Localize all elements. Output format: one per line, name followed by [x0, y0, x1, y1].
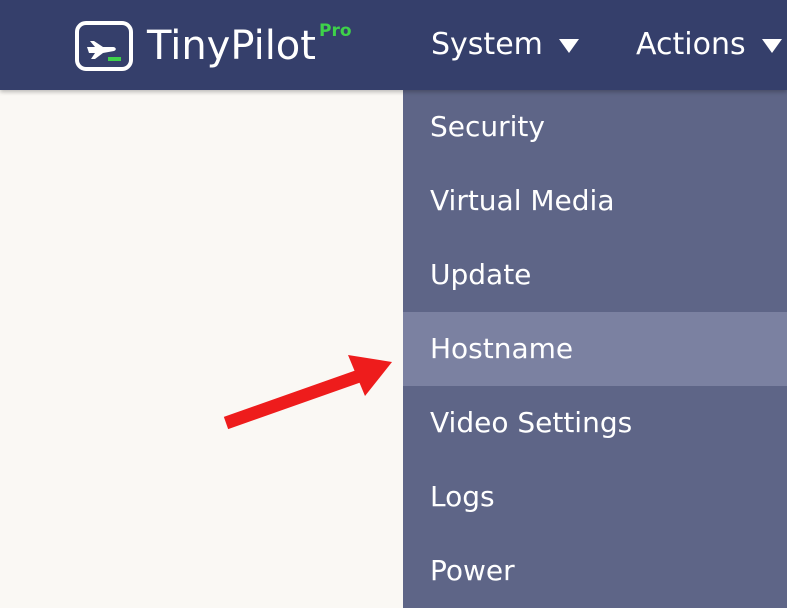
- nav-menu-actions[interactable]: Actions: [636, 24, 782, 66]
- nav-menu-system-label: System: [431, 27, 543, 62]
- menu-item-video-settings[interactable]: Video Settings: [403, 386, 787, 460]
- menu-item-virtual-media[interactable]: Virtual Media: [403, 164, 787, 238]
- menu-item-hostname[interactable]: Hostname: [403, 312, 787, 386]
- menu-item-power[interactable]: Power: [403, 534, 787, 608]
- brand-name: TinyPilot: [147, 23, 316, 69]
- nav-menu-actions-label: Actions: [636, 27, 746, 62]
- menu-item-logs[interactable]: Logs: [403, 460, 787, 534]
- caret-down-icon: [558, 39, 579, 53]
- caret-down-icon: [761, 39, 782, 53]
- airplane-takeoff-icon: [75, 21, 133, 71]
- top-navbar: TinyPilot Pro System Actions: [0, 0, 787, 90]
- brand-logo[interactable]: TinyPilot: [75, 20, 316, 72]
- menu-item-security[interactable]: Security: [403, 90, 787, 164]
- pro-badge: Pro: [319, 21, 352, 41]
- menu-item-update[interactable]: Update: [403, 238, 787, 312]
- nav-menu-system[interactable]: System: [431, 24, 579, 66]
- system-dropdown-menu: Security Virtual Media Update Hostname V…: [403, 90, 787, 608]
